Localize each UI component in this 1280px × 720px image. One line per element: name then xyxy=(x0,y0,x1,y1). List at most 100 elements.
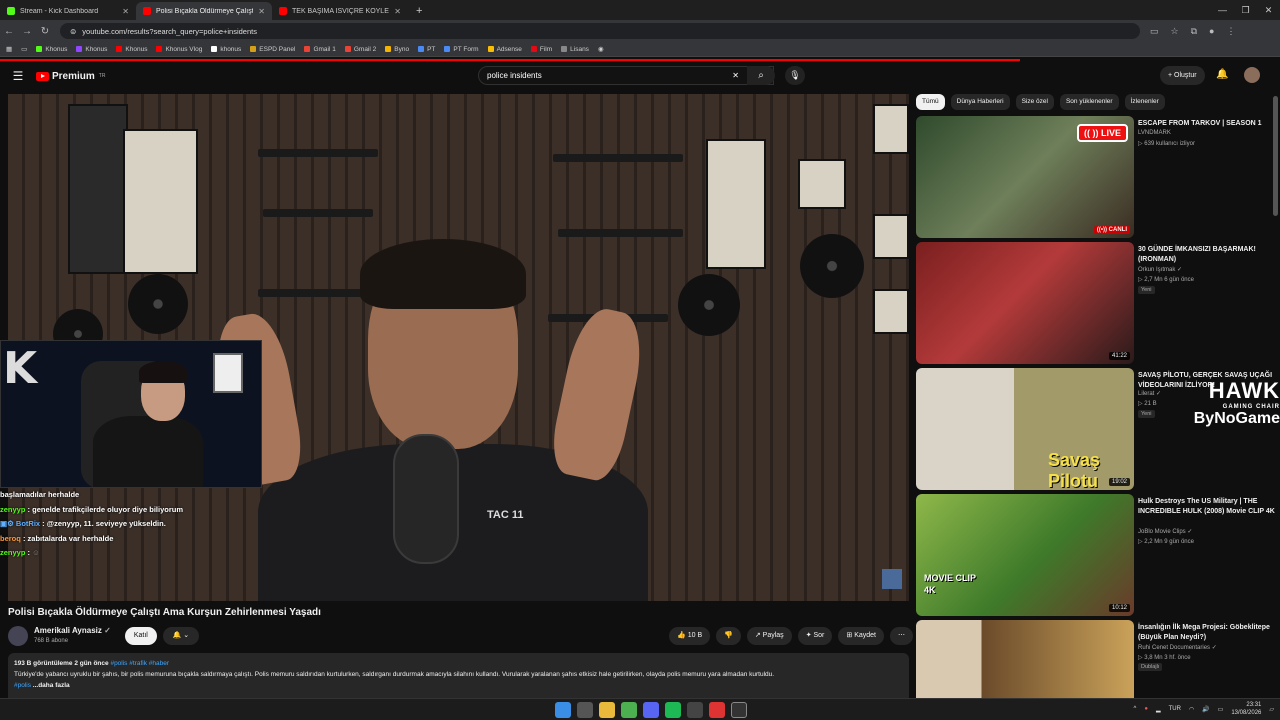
bookmark-star-icon[interactable]: ☆ xyxy=(1171,26,1179,37)
steam-icon[interactable] xyxy=(687,702,703,718)
recommended-channel[interactable]: JoBlo Movie Clips ✓ xyxy=(1138,528,1192,535)
extensions-icon[interactable]: ⧉ xyxy=(1191,26,1197,37)
app-icon[interactable] xyxy=(731,702,747,718)
bookmark-item[interactable]: Khonus xyxy=(76,46,107,53)
close-tab-icon[interactable]: ✕ xyxy=(258,7,265,16)
profile-icon[interactable]: ● xyxy=(1209,26,1214,37)
browser-menu-icon[interactable]: ⋮ xyxy=(1226,26,1235,37)
notifications-bell-icon[interactable]: 🔔 xyxy=(1216,69,1228,80)
chrome-icon[interactable] xyxy=(621,702,637,718)
network-icon[interactable]: ▂ xyxy=(1156,706,1161,713)
channel-watermark[interactable] xyxy=(882,569,902,589)
video-thumbnail[interactable] xyxy=(916,620,1134,698)
video-thumbnail[interactable]: (( )) LIVE ((•)) CANLI xyxy=(916,116,1134,238)
chip-watched[interactable]: İzlenenler xyxy=(1124,94,1165,110)
recommended-channel[interactable]: Orkun Işıtmak ✓ xyxy=(1138,266,1182,273)
bookmark-item[interactable]: ESPD Panel xyxy=(250,46,295,53)
youtube-premium-logo[interactable]: Premium TR xyxy=(36,71,105,82)
recommended-video[interactable]: MOVIE CLIP 4K 10:12 Hulk Destroys The US… xyxy=(916,494,1276,616)
browser-tab-swiss[interactable]: TEK BAŞIMA İSVİÇRE KÖYLERİN ✕ xyxy=(272,2,408,20)
subscribe-bell-button[interactable]: 🔔 ⌄ xyxy=(162,627,199,645)
recommended-channel[interactable]: Ruhi Cenet Documentaries ✓ xyxy=(1138,644,1217,651)
clock[interactable]: 23:31 13/08/2026 xyxy=(1231,701,1261,717)
video-description[interactable]: 193 B görüntüleme 2 gün önce #polis #tra… xyxy=(8,653,909,703)
start-icon[interactable] xyxy=(555,702,571,718)
wifi-icon[interactable]: ◠ xyxy=(1189,706,1194,713)
chip-recently-uploaded[interactable]: Son yüklenenler xyxy=(1059,94,1119,110)
save-button[interactable]: ⊞ Kaydet xyxy=(838,627,884,645)
channel-name[interactable]: Amerikali Aynasiz ✓ xyxy=(34,626,111,636)
clear-search-icon[interactable]: ✕ xyxy=(732,71,739,80)
ask-button[interactable]: ✦ Sor xyxy=(797,627,833,645)
close-window-icon[interactable]: ✕ xyxy=(1257,0,1280,20)
bookmark-item[interactable]: Byno xyxy=(385,46,409,53)
hashtag-polis[interactable]: #polis xyxy=(14,682,31,689)
search-icon[interactable] xyxy=(577,702,593,718)
back-icon[interactable]: ← xyxy=(0,26,18,37)
chip-all[interactable]: Tümü xyxy=(916,94,945,110)
apps-icon[interactable]: ▦ xyxy=(6,45,12,53)
chip-world-news[interactable]: Dünya Haberleri xyxy=(950,94,1010,110)
bookmark-item[interactable]: PT Form xyxy=(444,46,479,53)
dislike-button[interactable]: 👎 xyxy=(716,627,741,645)
folder-icon[interactable]: ▭ xyxy=(21,45,27,53)
search-button[interactable]: ⌕ xyxy=(747,66,775,85)
recommended-title[interactable]: 30 GÜNDE İMKANSIZI BAŞARMAK! (IRONMAN) xyxy=(1138,245,1278,265)
video-thumbnail[interactable]: Savaş Pilotu 19:02 xyxy=(916,368,1134,490)
close-tab-icon[interactable]: ✕ xyxy=(394,7,401,16)
chip-for-you[interactable]: Size özel xyxy=(1015,94,1054,110)
bookmark-item[interactable]: Khonus xyxy=(36,46,67,53)
search-input[interactable]: police insidents ✕ xyxy=(478,66,774,85)
hashtags[interactable]: #polis #trafik #haber xyxy=(110,660,169,667)
recommended-channel[interactable]: Lilerat ✓ xyxy=(1138,390,1161,397)
tray-app-icon[interactable]: ● xyxy=(1144,706,1148,712)
recommended-video[interactable]: İnsanlığın İlk Mega Projesi: Göbeklitepe… xyxy=(916,620,1276,698)
bookmark-item[interactable]: Film xyxy=(530,46,552,53)
browser-tab-kick[interactable]: Stream - Kick Dashboard ✕ xyxy=(0,2,136,20)
like-button[interactable]: 👍 10 B xyxy=(669,627,711,645)
discord-icon[interactable]: ◉ xyxy=(598,45,604,53)
bookmark-item[interactable]: PT xyxy=(418,46,435,53)
share-button[interactable]: ↗ Paylaş xyxy=(746,627,792,645)
close-tab-icon[interactable]: ✕ xyxy=(122,7,129,16)
obs-icon[interactable] xyxy=(709,702,725,718)
video-thumbnail[interactable]: 41:22 xyxy=(916,242,1134,364)
bookmark-item[interactable]: Lisans xyxy=(561,46,589,53)
account-avatar[interactable] xyxy=(1244,67,1260,83)
discord-icon[interactable] xyxy=(643,702,659,718)
minimize-icon[interactable]: — xyxy=(1211,0,1234,20)
channel-avatar[interactable] xyxy=(8,626,28,646)
recommended-title[interactable]: İnsanlığın İlk Mega Projesi: Göbeklitepe… xyxy=(1138,623,1276,643)
url-field[interactable]: ⊜ youtube.com/results?search_query=polic… xyxy=(60,23,1140,39)
browser-tab-video[interactable]: Polisi Bıçakla Öldürmeye Çalıştı ✕ xyxy=(136,2,272,20)
recommended-video[interactable]: 41:22 30 GÜNDE İMKANSIZI BAŞARMAK! (IRON… xyxy=(916,242,1276,364)
show-more-link[interactable]: ...daha fazla xyxy=(33,682,70,689)
create-button[interactable]: + Oluştur xyxy=(1160,66,1205,85)
cast-icon[interactable]: ▭ xyxy=(1150,26,1159,37)
tray-chevron-icon[interactable]: ^ xyxy=(1134,706,1137,712)
volume-icon[interactable]: 🔊 xyxy=(1202,706,1209,713)
bookmark-item[interactable]: Khonus Vlog xyxy=(156,46,202,53)
page-scrollbar[interactable] xyxy=(1273,96,1278,216)
new-tab-button[interactable]: + xyxy=(408,5,430,20)
bookmark-item[interactable]: khonus xyxy=(211,46,241,53)
reload-icon[interactable]: ↻ xyxy=(36,26,54,37)
bookmark-item[interactable]: Gmail 2 xyxy=(344,46,376,53)
battery-icon[interactable]: ▭ xyxy=(1218,706,1224,713)
recommended-channel[interactable]: LVNDMARK xyxy=(1138,130,1171,136)
voice-search-button[interactable]: 🎙 xyxy=(785,66,805,85)
site-info-icon[interactable]: ⊜ xyxy=(70,27,76,36)
bookmark-item[interactable]: Adsense xyxy=(487,46,522,53)
video-thumbnail[interactable]: MOVIE CLIP 4K 10:12 xyxy=(916,494,1134,616)
file-explorer-icon[interactable] xyxy=(599,702,615,718)
join-button[interactable]: Katıl xyxy=(124,627,157,645)
spotify-icon[interactable] xyxy=(665,702,681,718)
bookmark-item[interactable]: Gmail 1 xyxy=(304,46,336,53)
forward-icon[interactable]: → xyxy=(18,26,36,37)
maximize-icon[interactable]: ❐ xyxy=(1234,0,1257,20)
keyboard-language[interactable]: TUR xyxy=(1169,706,1181,712)
recommended-title[interactable]: ESCAPE FROM TARKOV | SEASON 1 xyxy=(1138,119,1278,129)
bookmark-item[interactable]: Khonus xyxy=(116,46,147,53)
more-actions-button[interactable]: ⋯ xyxy=(890,627,913,645)
recommended-video[interactable]: (( )) LIVE ((•)) CANLI ESCAPE FROM TARKO… xyxy=(916,116,1276,238)
